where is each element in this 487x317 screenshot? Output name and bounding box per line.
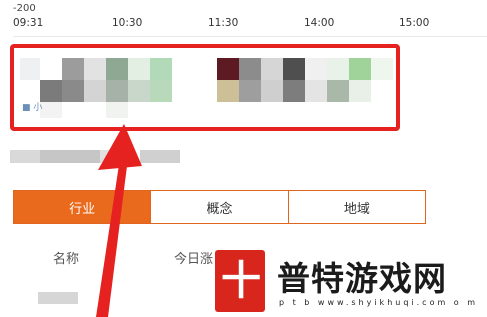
watermark-logo: 十	[215, 250, 265, 312]
watermark-title: 普特游戏网	[277, 259, 447, 298]
site-watermark: 十 普特游戏网 p t b www.shyikhuqi.com o m	[215, 250, 487, 317]
watermark-logo-glyph: 十	[221, 258, 261, 304]
watermark-url: p t b www.shyikhuqi.com o m	[279, 298, 479, 307]
